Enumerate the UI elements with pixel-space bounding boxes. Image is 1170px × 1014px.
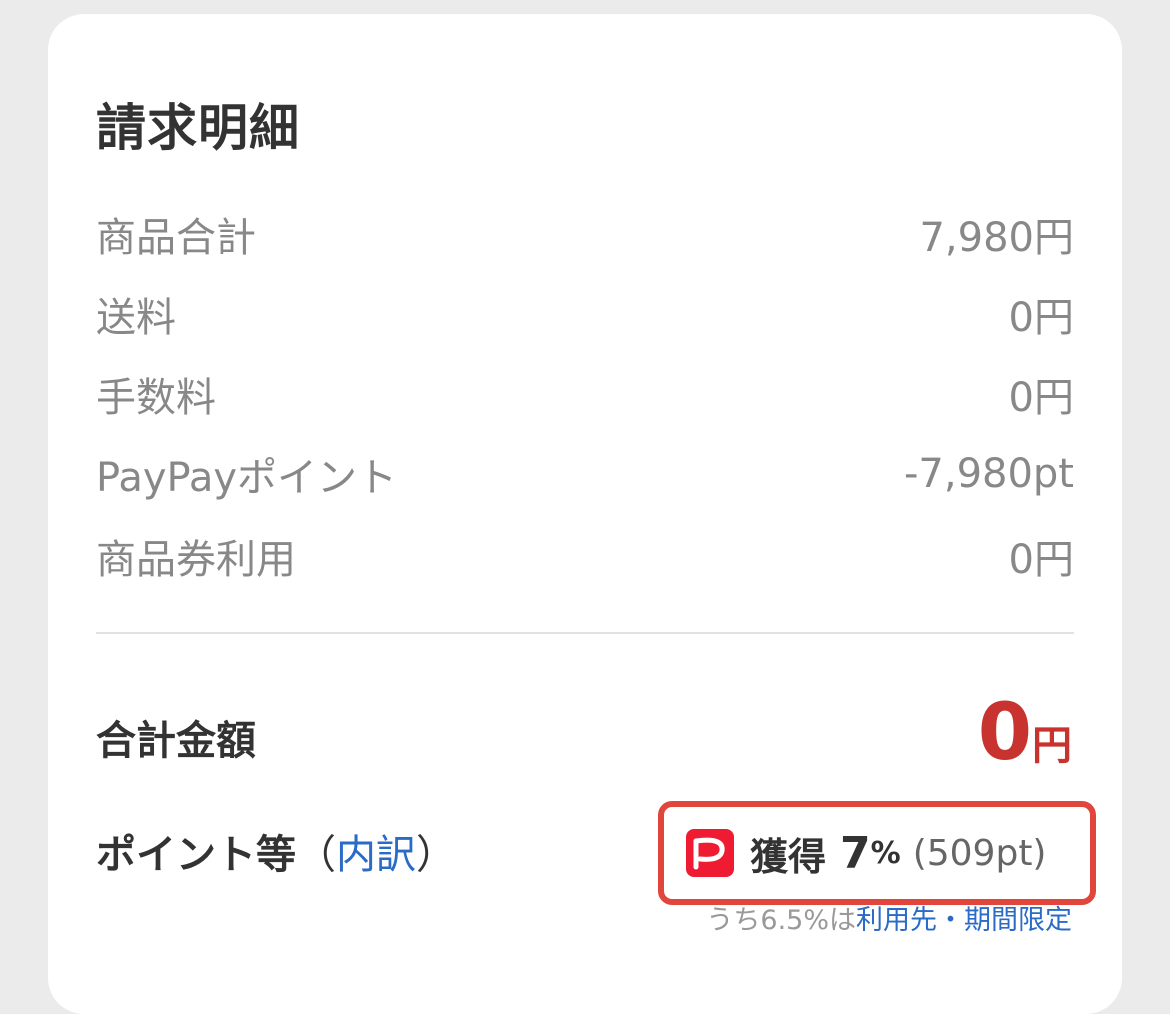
paypay-logo-icon <box>686 829 734 877</box>
earn-label: 獲得 <box>750 834 827 879</box>
points-footnote: うち6.5%は利用先・期間限定 <box>706 898 1072 937</box>
paren-close: ） <box>416 832 456 878</box>
row-label: 商品合計 <box>96 215 256 261</box>
row-label: PayPayポイント <box>96 455 398 501</box>
row-gift-voucher: 商品券利用 0円 <box>96 526 1074 586</box>
page-title: 請求明細 <box>96 99 300 157</box>
total-amount: 0円 <box>978 688 1072 778</box>
row-fee: 手数料 0円 <box>96 364 1074 424</box>
points-label: ポイント等（内訳） <box>96 822 456 880</box>
earn-points: (509pt) <box>912 832 1047 874</box>
paren-open: （ <box>296 832 336 878</box>
row-subtotal: 商品合計 7,980円 <box>96 204 1074 264</box>
breakdown-link[interactable]: 内訳 <box>336 832 416 878</box>
row-value: 0円 <box>1008 537 1074 583</box>
row-shipping: 送料 0円 <box>96 284 1074 344</box>
points-label-text: ポイント等 <box>96 832 296 878</box>
row-value: 0円 <box>1008 295 1074 341</box>
row-label: 手数料 <box>96 375 216 421</box>
row-label: 送料 <box>96 295 176 341</box>
total-label: 合計金額 <box>96 718 256 764</box>
total-amount-unit: 円 <box>1032 723 1072 769</box>
earn-rate: 7 <box>840 827 871 879</box>
points-earned-box: 獲得 7% (509pt) <box>658 801 1096 905</box>
usage-restriction-link[interactable]: 利用先・期間限定 <box>856 905 1072 936</box>
footnote-prefix: うち6.5%は <box>706 905 856 936</box>
row-value: -7,980pt <box>903 451 1074 497</box>
row-value: 7,980円 <box>919 215 1074 261</box>
divider <box>96 632 1074 634</box>
total-amount-number: 0 <box>977 688 1032 778</box>
row-label: 商品券利用 <box>96 537 296 583</box>
earn-rate-unit: % <box>870 835 901 871</box>
row-paypay-points: PayPayポイント -7,980pt <box>96 444 1074 504</box>
row-value: 0円 <box>1008 375 1074 421</box>
